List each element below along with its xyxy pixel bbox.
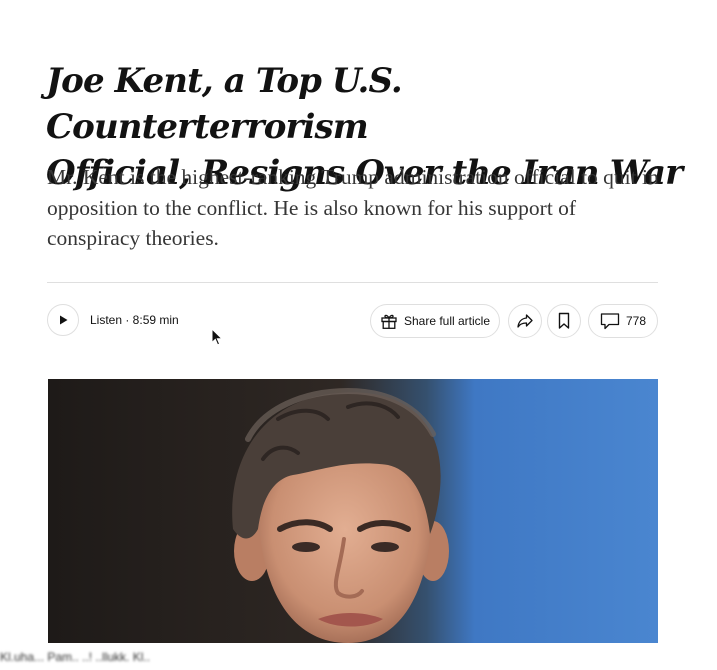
article-toolbar: Listen · 8:59 min Share full article 778	[47, 304, 658, 338]
bookmark-icon	[558, 312, 570, 329]
listen-play-button[interactable]	[47, 304, 79, 336]
save-button[interactable]	[547, 304, 581, 338]
comments-button[interactable]: 778	[588, 304, 658, 338]
listen-label[interactable]: Listen · 8:59 min	[90, 313, 179, 327]
gift-icon	[381, 314, 397, 329]
portrait-image	[48, 379, 658, 643]
share-label: Share full article	[403, 314, 491, 328]
article-photo	[48, 379, 658, 643]
divider	[47, 282, 658, 283]
share-full-article-button[interactable]: Share full article	[370, 304, 500, 338]
share-button[interactable]	[508, 304, 542, 338]
comments-count: 778	[625, 314, 647, 328]
mouse-pointer-icon	[211, 328, 223, 346]
headline-line-1: Joe Kent, a Top U.S. Counterterrorism	[46, 61, 403, 147]
article-summary: Mr. Kent is the highest-ranking Trump ad…	[47, 165, 659, 250]
photo-caption: Kl.uha... Pam.. ..! ..llukk. Kl..	[0, 650, 151, 664]
comment-bubble-icon	[600, 313, 620, 330]
play-icon	[60, 315, 68, 325]
share-arrow-icon	[517, 314, 533, 328]
